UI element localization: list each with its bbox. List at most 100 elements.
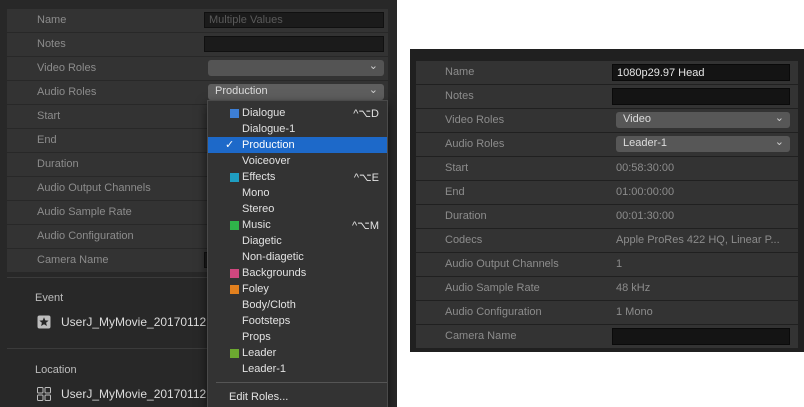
menu-item-diagetic[interactable]: Diagetic: [208, 233, 387, 249]
menu-item-label: Mono: [242, 187, 270, 199]
audio-output-channels-value: 1: [616, 258, 623, 270]
audio-roles-select[interactable]: Leader-1 ⌄: [616, 136, 790, 152]
menu-item-footsteps[interactable]: Footsteps: [208, 313, 387, 329]
audio-roles-value: Leader-1: [623, 137, 668, 149]
row-codecs: Codecs Apple ProRes 422 HQ, Linear P...: [416, 229, 798, 252]
notes-field[interactable]: [204, 36, 384, 52]
menu-item-effects[interactable]: Effects ^⌥E: [208, 169, 387, 185]
star-icon: [37, 315, 51, 329]
row-video-roles: Video Roles ⌄: [7, 57, 388, 80]
start-label: Start: [445, 162, 469, 174]
start-label: Start: [37, 110, 61, 122]
menu-item-label: Diagetic: [242, 235, 282, 247]
chevron-down-icon: ⌄: [774, 136, 784, 148]
menu-item-label: Backgrounds: [242, 267, 307, 279]
audio-configuration-label: Audio Configuration: [445, 306, 542, 318]
row-camera-name: Camera Name: [416, 325, 798, 348]
shortcut-label: ^⌥E: [353, 172, 379, 184]
menu-item-label: Effects: [242, 171, 276, 183]
library-icon: [37, 387, 51, 401]
codecs-value: Apple ProRes 422 HQ, Linear P...: [616, 234, 780, 246]
audio-sample-rate-label: Audio Sample Rate: [445, 282, 540, 294]
audio-output-channels-label: Audio Output Channels: [445, 258, 559, 270]
chevron-down-icon: ⌄: [774, 112, 784, 124]
camera-name-label: Camera Name: [445, 330, 517, 342]
row-start: Start 00:58:30:00: [416, 157, 798, 180]
audio-sample-rate-value: 48 kHz: [616, 282, 651, 294]
menu-item-foley[interactable]: Foley: [208, 281, 387, 297]
audio-roles-label: Audio Roles: [37, 86, 97, 98]
checkmark-icon: ✓: [225, 139, 235, 151]
menu-separator: [216, 382, 387, 383]
menu-item-edit-roles[interactable]: Edit Roles...: [208, 389, 387, 405]
menu-item-props[interactable]: Props: [208, 329, 387, 345]
menu-item-dialogue[interactable]: Dialogue ^⌥D: [208, 105, 387, 121]
audio-roles-select[interactable]: Production ⌄: [208, 84, 384, 100]
menu-item-leader-1[interactable]: Leader-1: [208, 361, 387, 377]
name-value: 1080p29.97 Head: [617, 67, 705, 79]
dialogue-color-swatch: [230, 109, 239, 118]
notes-label: Notes: [445, 90, 474, 102]
menu-item-label: Dialogue: [242, 107, 286, 119]
menu-item-body-cloth[interactable]: Body/Cloth: [208, 297, 387, 313]
video-roles-label: Video Roles: [445, 114, 505, 126]
menu-item-label: Edit Roles...: [229, 391, 289, 403]
audio-roles-menu: Dialogue ^⌥D Dialogue-1 ✓ Production Voi…: [207, 100, 388, 407]
menu-item-production[interactable]: ✓ Production: [208, 137, 387, 153]
menu-item-stereo[interactable]: Stereo: [208, 201, 387, 217]
shortcut-label: ^⌥D: [353, 108, 379, 120]
video-roles-select[interactable]: ⌄: [208, 60, 384, 76]
row-audio-sample-rate: Audio Sample Rate 48 kHz: [416, 277, 798, 300]
location-title: Location: [35, 364, 77, 376]
menu-item-label: Leader-1: [242, 363, 287, 375]
audio-configuration-label: Audio Configuration: [37, 230, 134, 242]
audio-configuration-value: 1 Mono: [616, 306, 653, 318]
right-inspector-panel: Name 1080p29.97 Head Notes Video Roles V…: [410, 49, 804, 352]
foley-color-swatch: [230, 285, 239, 294]
audio-output-channels-label: Audio Output Channels: [37, 182, 151, 194]
audio-sample-rate-label: Audio Sample Rate: [37, 206, 132, 218]
chevron-down-icon: ⌄: [368, 60, 378, 72]
name-label: Name: [37, 14, 67, 26]
row-name: Name Multiple Values: [7, 9, 388, 32]
menu-item-non-diagetic[interactable]: Non-diagetic: [208, 249, 387, 265]
row-duration: Duration 00:01:30:00: [416, 205, 798, 228]
notes-field[interactable]: [612, 88, 790, 105]
end-label: End: [37, 134, 57, 146]
shortcut-label: ^⌥M: [351, 220, 379, 232]
notes-label: Notes: [37, 38, 66, 50]
duration-label: Duration: [445, 210, 487, 222]
menu-item-label: Voiceover: [242, 155, 291, 167]
row-audio-roles: Audio Roles Leader-1 ⌄: [416, 133, 798, 156]
video-roles-select[interactable]: Video ⌄: [616, 112, 790, 128]
video-roles-label: Video Roles: [37, 62, 97, 74]
camera-name-field[interactable]: [612, 328, 790, 345]
row-notes: Notes: [416, 85, 798, 108]
end-value: 01:00:00:00: [616, 186, 675, 198]
chevron-down-icon: ⌄: [368, 84, 378, 96]
menu-item-label: Non-diagetic: [242, 251, 304, 263]
menu-item-label: Dialogue-1: [242, 123, 296, 135]
name-field[interactable]: 1080p29.97 Head: [612, 64, 790, 81]
menu-item-dialogue-1[interactable]: Dialogue-1: [208, 121, 387, 137]
menu-item-mono[interactable]: Mono: [208, 185, 387, 201]
menu-item-label: Footsteps: [242, 315, 291, 327]
row-video-roles: Video Roles Video ⌄: [416, 109, 798, 132]
row-notes: Notes: [7, 33, 388, 56]
menu-item-label: Production: [242, 139, 295, 151]
menu-item-leader[interactable]: Leader: [208, 345, 387, 361]
name-placeholder: Multiple Values: [209, 14, 283, 26]
leader-color-swatch: [230, 349, 239, 358]
effects-color-swatch: [230, 173, 239, 182]
name-field[interactable]: Multiple Values: [204, 12, 384, 28]
menu-item-backgrounds[interactable]: Backgrounds: [208, 265, 387, 281]
duration-value: 00:01:30:00: [616, 210, 675, 222]
event-value: UserJ_MyMovie_20170112: [61, 315, 207, 329]
duration-label: Duration: [37, 158, 79, 170]
menu-item-voiceover[interactable]: Voiceover: [208, 153, 387, 169]
codecs-label: Codecs: [445, 234, 483, 246]
menu-item-label: Body/Cloth: [242, 299, 296, 311]
row-name: Name 1080p29.97 Head: [416, 61, 798, 84]
menu-item-music[interactable]: Music ^⌥M: [208, 217, 387, 233]
row-audio-configuration: Audio Configuration 1 Mono: [416, 301, 798, 324]
